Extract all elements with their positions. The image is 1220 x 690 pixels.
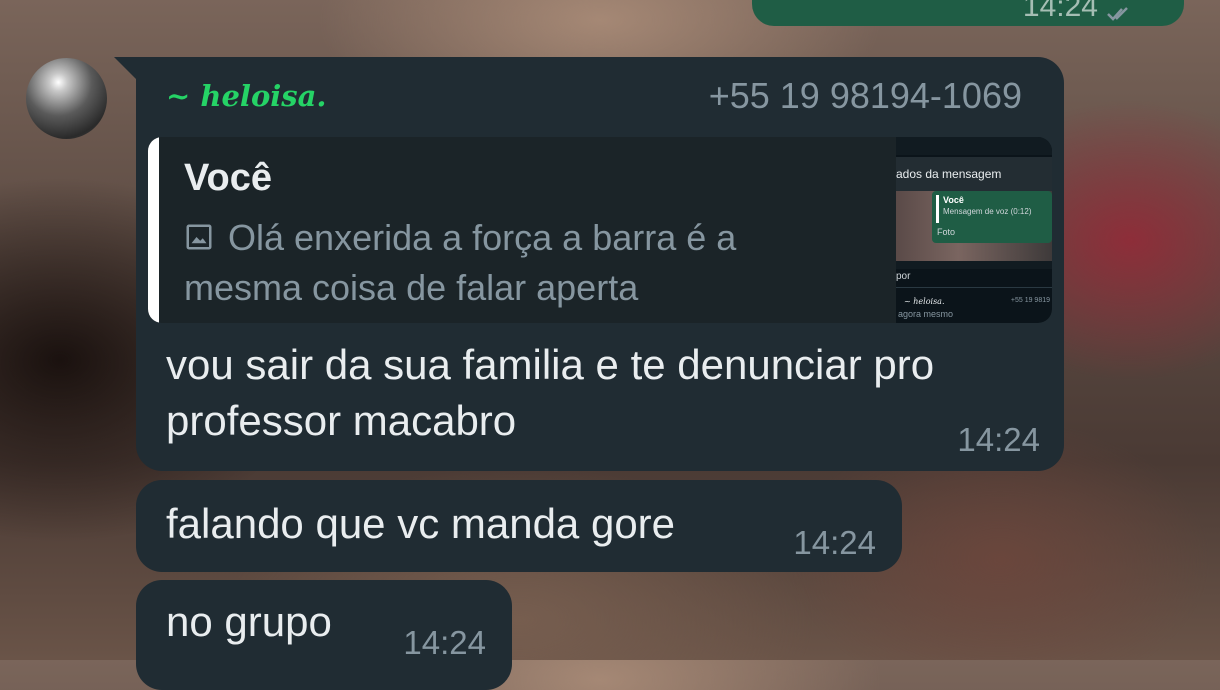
sender-avatar[interactable] — [26, 58, 107, 139]
thumbnail-label: por — [896, 271, 911, 282]
quoted-text: Olá enxerida a força a barra é a mesma c… — [184, 217, 737, 308]
thumbnail-status-bar — [896, 137, 1052, 155]
incoming-message-bubble[interactable]: no grupo 14:24 — [136, 580, 512, 690]
message-text: no grupo — [166, 598, 332, 645]
thumbnail-card-author: Você — [943, 195, 964, 205]
sender-name[interactable]: ~ heloisa. — [166, 79, 327, 113]
sender-phone[interactable]: +55 19 98194-1069 — [709, 75, 1022, 117]
message-time: 14:24 — [793, 524, 876, 561]
thumbnail-message-card: Você Mensagem de voz (0:12) Foto — [932, 191, 1052, 243]
bubble-tail — [114, 57, 138, 81]
thumbnail-divider — [896, 287, 1052, 288]
message-text: falando que vc manda gore — [166, 500, 676, 547]
message-text: vou sair da sua familia e te denunciar p… — [166, 341, 935, 444]
incoming-message-bubble[interactable]: falando que vc manda gore 14:24 — [136, 480, 902, 572]
thumbnail-card-voice: Mensagem de voz (0:12) — [943, 207, 1032, 216]
outgoing-message-bubble[interactable]: 14:24 — [752, 0, 1184, 26]
thumbnail-card-bar — [936, 195, 939, 223]
thumbnail-contact-phone: +55 19 9819 — [1010, 297, 1050, 304]
thumbnail-contact-name: ~ heloisa. — [904, 297, 945, 306]
thumbnail-divider-strip — [896, 261, 1052, 269]
quote-accent-bar — [148, 137, 159, 323]
delivered-ticks-icon — [1107, 7, 1128, 21]
incoming-message-bubble[interactable]: ~ heloisa. +55 19 98194-1069 Você Olá en… — [136, 57, 1064, 471]
quoted-photo-thumbnail[interactable]: ados da mensagem Você Mensagem de voz (0… — [896, 137, 1052, 323]
message-time: 14:24 — [403, 624, 486, 661]
quoted-text-row: Olá enxerida a força a barra é a mesma c… — [184, 213, 864, 313]
thumbnail-card-photo-label: Foto — [937, 227, 956, 237]
thumbnail-status: agora mesmo — [898, 309, 954, 319]
quoted-author: Você — [184, 157, 273, 199]
thumbnail-title: ados da mensagem — [896, 157, 1052, 191]
message-time: 14:24 — [957, 421, 1040, 458]
outgoing-message-time: 14:24 — [1022, 0, 1098, 23]
photo-icon — [186, 224, 212, 250]
quoted-message[interactable]: Você Olá enxerida a força a barra é a me… — [148, 137, 1052, 323]
